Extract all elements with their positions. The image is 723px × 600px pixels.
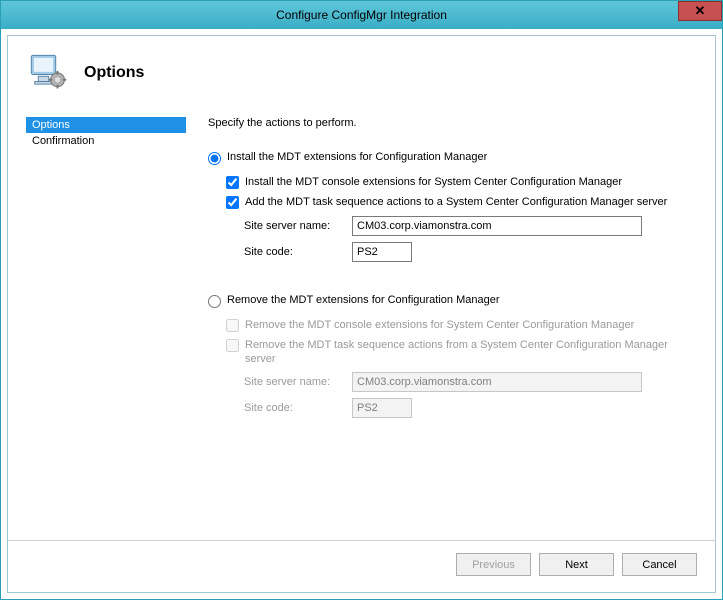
remove-site-server-input <box>352 372 642 392</box>
install-radio[interactable] <box>208 152 221 165</box>
close-button[interactable]: ✕ <box>678 1 722 21</box>
sidebar: Options Confirmation <box>26 117 186 540</box>
close-icon: ✕ <box>695 3 706 19</box>
remove-site-code-row: Site code: <box>244 398 697 418</box>
install-site-code-input[interactable] <box>352 242 412 262</box>
remove-site-code-input <box>352 398 412 418</box>
instruction-text: Specify the actions to perform. <box>208 117 697 129</box>
page-title: Options <box>84 64 144 82</box>
install-console-checkbox[interactable] <box>226 176 239 189</box>
remove-site-code-label: Site code: <box>244 402 344 414</box>
remove-radio[interactable] <box>208 295 221 308</box>
install-site-server-label: Site server name: <box>244 220 344 232</box>
window: Configure ConfigMgr Integration ✕ <box>0 0 723 600</box>
window-title: Configure ConfigMgr Integration <box>276 8 447 22</box>
header: Options <box>8 36 715 117</box>
install-task-check-label[interactable]: Add the MDT task sequence actions to a S… <box>245 195 667 209</box>
install-site-server-input[interactable] <box>352 216 642 236</box>
sidebar-item-options[interactable]: Options <box>26 117 186 133</box>
sidebar-item-label: Options <box>32 119 70 131</box>
install-console-check-label[interactable]: Install the MDT console extensions for S… <box>245 175 622 189</box>
remove-site-server-label: Site server name: <box>244 376 344 388</box>
remove-radio-row: Remove the MDT extensions for Configurat… <box>208 294 697 308</box>
inner-frame: Options Options Confirmation Specify the… <box>7 35 716 593</box>
remove-radio-label[interactable]: Remove the MDT extensions for Configurat… <box>227 294 500 306</box>
install-task-check-row: Add the MDT task sequence actions to a S… <box>226 195 697 209</box>
previous-button: Previous <box>456 553 531 576</box>
remove-console-check-label: Remove the MDT console extensions for Sy… <box>245 318 634 332</box>
remove-task-checkbox <box>226 339 239 352</box>
install-console-check-row: Install the MDT console extensions for S… <box>226 175 697 189</box>
main-content: Specify the actions to perform. Install … <box>186 117 697 540</box>
remove-console-check-row: Remove the MDT console extensions for Sy… <box>226 318 697 332</box>
next-button[interactable]: Next <box>539 553 614 576</box>
body: Options Confirmation Specify the actions… <box>8 117 715 540</box>
sidebar-item-confirmation[interactable]: Confirmation <box>26 133 186 149</box>
install-task-checkbox[interactable] <box>226 196 239 209</box>
install-site-code-row: Site code: <box>244 242 697 262</box>
install-site-server-row: Site server name: <box>244 216 697 236</box>
remove-site-server-row: Site server name: <box>244 372 697 392</box>
footer: Previous Next Cancel <box>8 540 715 592</box>
remove-console-checkbox <box>226 319 239 332</box>
computer-gear-icon <box>26 50 68 95</box>
remove-task-check-row: Remove the MDT task sequence actions fro… <box>226 338 697 367</box>
remove-task-check-label: Remove the MDT task sequence actions fro… <box>245 338 697 367</box>
install-site-code-label: Site code: <box>244 246 344 258</box>
install-radio-row: Install the MDT extensions for Configura… <box>208 151 697 165</box>
cancel-button[interactable]: Cancel <box>622 553 697 576</box>
install-radio-label[interactable]: Install the MDT extensions for Configura… <box>227 151 487 163</box>
titlebar: Configure ConfigMgr Integration ✕ <box>1 1 722 29</box>
sidebar-item-label: Confirmation <box>32 135 94 147</box>
